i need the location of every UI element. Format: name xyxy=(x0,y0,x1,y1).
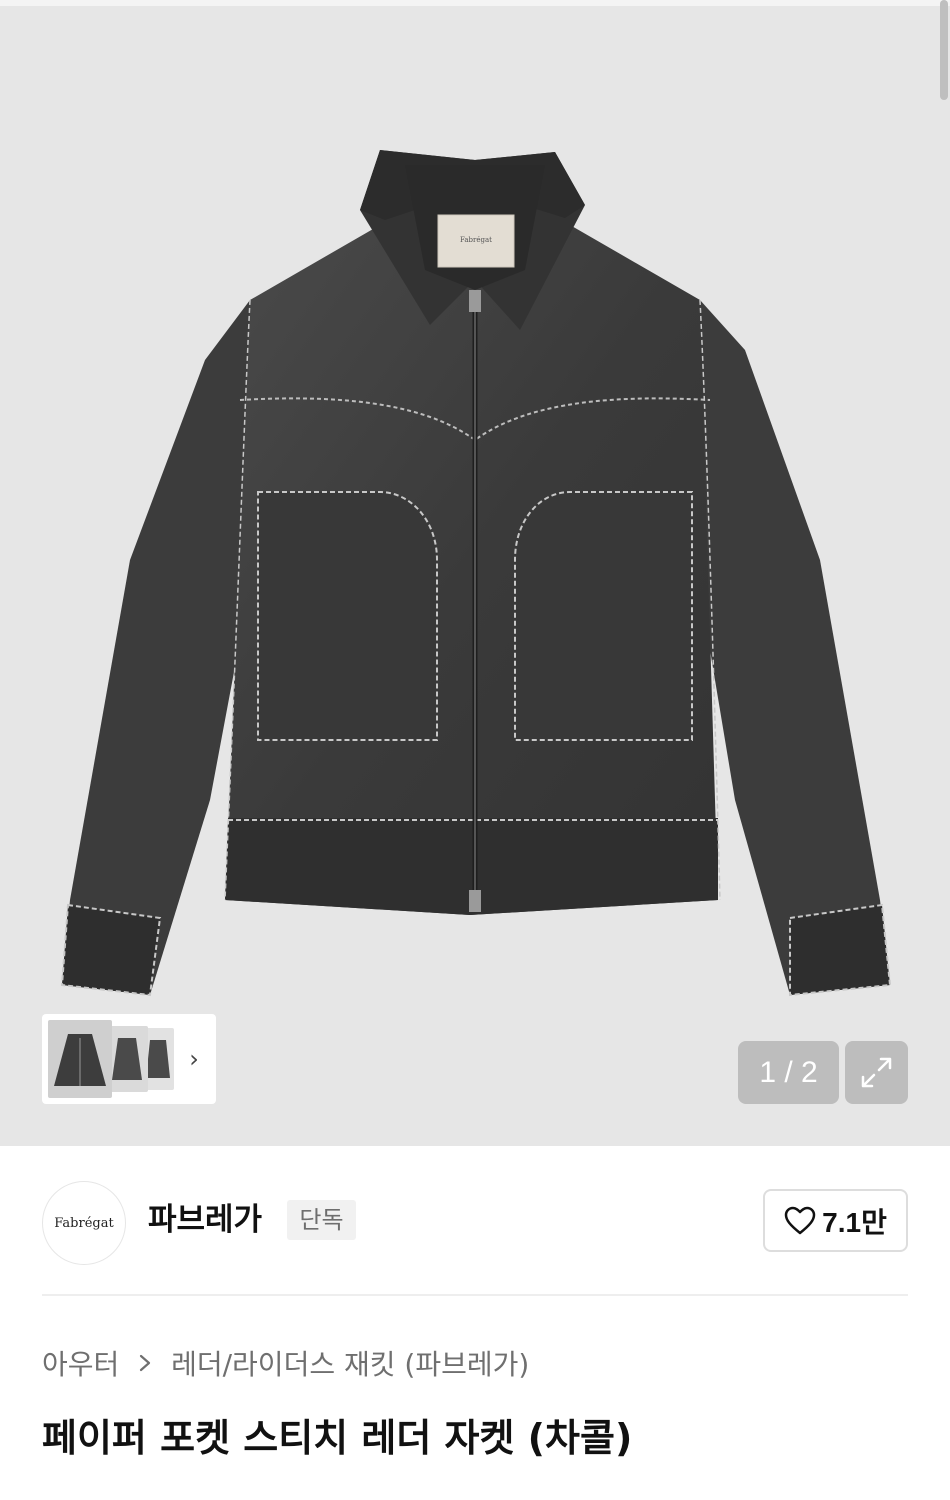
chevron-right-icon[interactable]: › xyxy=(182,1044,206,1074)
heart-icon xyxy=(784,1206,816,1234)
jacket-label-text: Fabrégat xyxy=(460,236,492,244)
expand-button[interactable] xyxy=(845,1041,908,1104)
thumbnail-2[interactable] xyxy=(106,1026,148,1092)
like-count: 7.1만 xyxy=(822,1206,887,1238)
exclusive-badge: 단독 xyxy=(287,1200,356,1240)
product-image-gallery[interactable]: Fabrégat › 1 / 2 xyxy=(0,0,950,1146)
chevron-right-icon xyxy=(138,1345,152,1385)
brand-row: Fabrégat 파브레가 단독 7.1만 xyxy=(0,1146,950,1296)
expand-icon xyxy=(861,1057,892,1088)
brand-logo[interactable]: Fabrégat xyxy=(42,1181,126,1265)
brand-logo-text: Fabrégat xyxy=(54,1215,114,1231)
divider xyxy=(42,1294,908,1296)
breadcrumb-category[interactable]: 아우터 xyxy=(42,1348,119,1381)
breadcrumb: 아우터 레더/라이더스 재킷 (파브레가) xyxy=(42,1344,529,1384)
page-counter: 1 / 2 xyxy=(738,1041,839,1104)
brand-name[interactable]: 파브레가 xyxy=(148,1198,262,1242)
product-image: Fabrégat xyxy=(60,150,892,997)
jacket-illustration xyxy=(60,150,892,997)
thumbnail-1-selected[interactable] xyxy=(48,1020,112,1098)
thumbnail-strip[interactable]: › xyxy=(42,1014,216,1104)
product-title: 페이퍼 포켓 스티치 레더 자켓 (차콜) xyxy=(42,1416,633,1460)
like-button[interactable]: 7.1만 xyxy=(763,1189,908,1252)
breadcrumb-subcategory[interactable]: 레더/라이더스 재킷 (파브레가) xyxy=(171,1348,529,1381)
